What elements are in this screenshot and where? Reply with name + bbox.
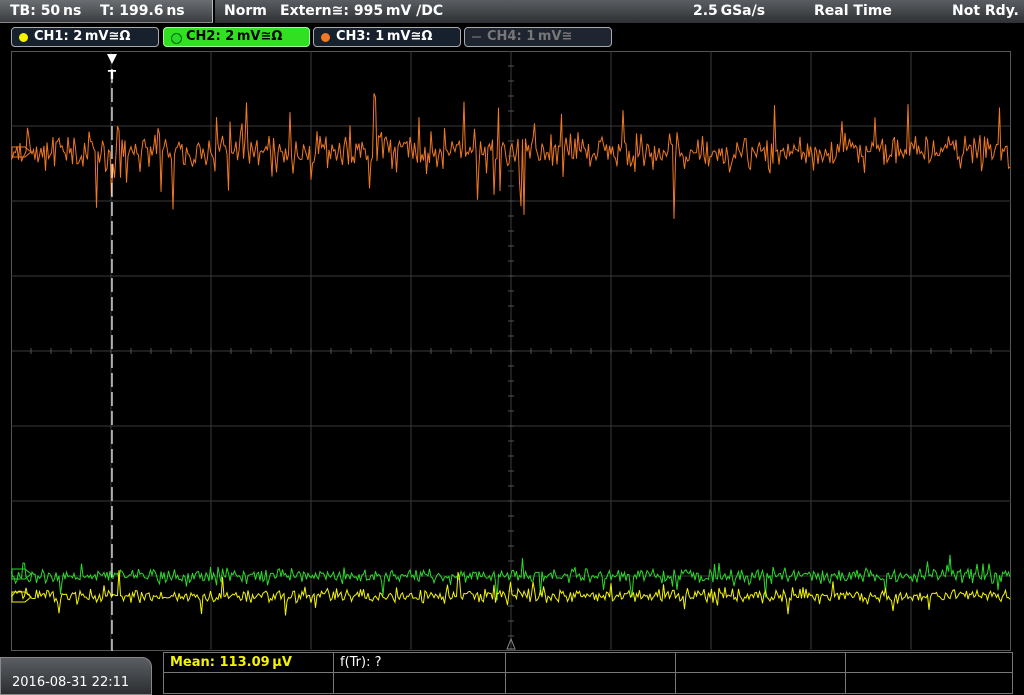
channel-2-button[interactable]: CH2: 2 mV≅Ω bbox=[163, 27, 310, 47]
status-bar: TB: 50 ns T: 199.6 ns Norm Extern≅: 995 … bbox=[0, 0, 1024, 24]
channel-4-button[interactable]: CH4: 1 mV≅ bbox=[464, 27, 612, 47]
mean-measurement: Mean: 113.09 µV bbox=[170, 655, 292, 670]
channel-3-label: CH3: 1 mV≅Ω bbox=[336, 29, 433, 44]
channel-1-button[interactable]: CH1: 2 mV≅Ω bbox=[11, 27, 159, 47]
waveform-display[interactable]: T bbox=[11, 51, 1011, 651]
channel-4-off-icon bbox=[472, 36, 481, 38]
timebase-readout: TB: 50 ns bbox=[10, 3, 82, 19]
trigger-position-marker[interactable]: T bbox=[107, 54, 117, 651]
measurement-divider bbox=[675, 652, 676, 694]
channel-3-dot-icon bbox=[321, 33, 330, 42]
measurement-divider bbox=[505, 652, 506, 694]
graticule bbox=[11, 51, 1011, 651]
acquisition-state: Not Rdy. bbox=[952, 3, 1019, 19]
datetime-readout: 2016-08-31 22:11 bbox=[12, 675, 130, 690]
trigger-mode: Norm bbox=[224, 3, 267, 19]
trigger-source: Extern≅: 995 mV ∕DC bbox=[280, 3, 444, 19]
channel-2-label: CH2: 2 mV≅Ω bbox=[186, 29, 283, 44]
measurement-divider bbox=[333, 652, 334, 694]
acquisition-mode: Real Time bbox=[814, 3, 892, 19]
channel-4-label: CH4: 1 mV≅ bbox=[487, 29, 573, 44]
trigger-frequency-measurement: f(Tr): ? bbox=[340, 655, 382, 670]
channel-3-button[interactable]: CH3: 1 mV≅Ω bbox=[313, 27, 461, 47]
measurement-row-divider bbox=[163, 672, 1013, 673]
trigger-marker-label: T bbox=[108, 68, 117, 82]
channel-1-dot-icon bbox=[19, 33, 28, 42]
measurement-divider bbox=[845, 652, 846, 694]
sample-rate: 2.5 GSa/s bbox=[693, 3, 766, 19]
trigger-time-readout: T: 199.6 ns bbox=[100, 3, 185, 19]
channel-1-label: CH1: 2 mV≅Ω bbox=[34, 29, 131, 44]
channel-2-dot-icon bbox=[171, 33, 182, 44]
trigger-arrow-icon bbox=[107, 54, 117, 64]
